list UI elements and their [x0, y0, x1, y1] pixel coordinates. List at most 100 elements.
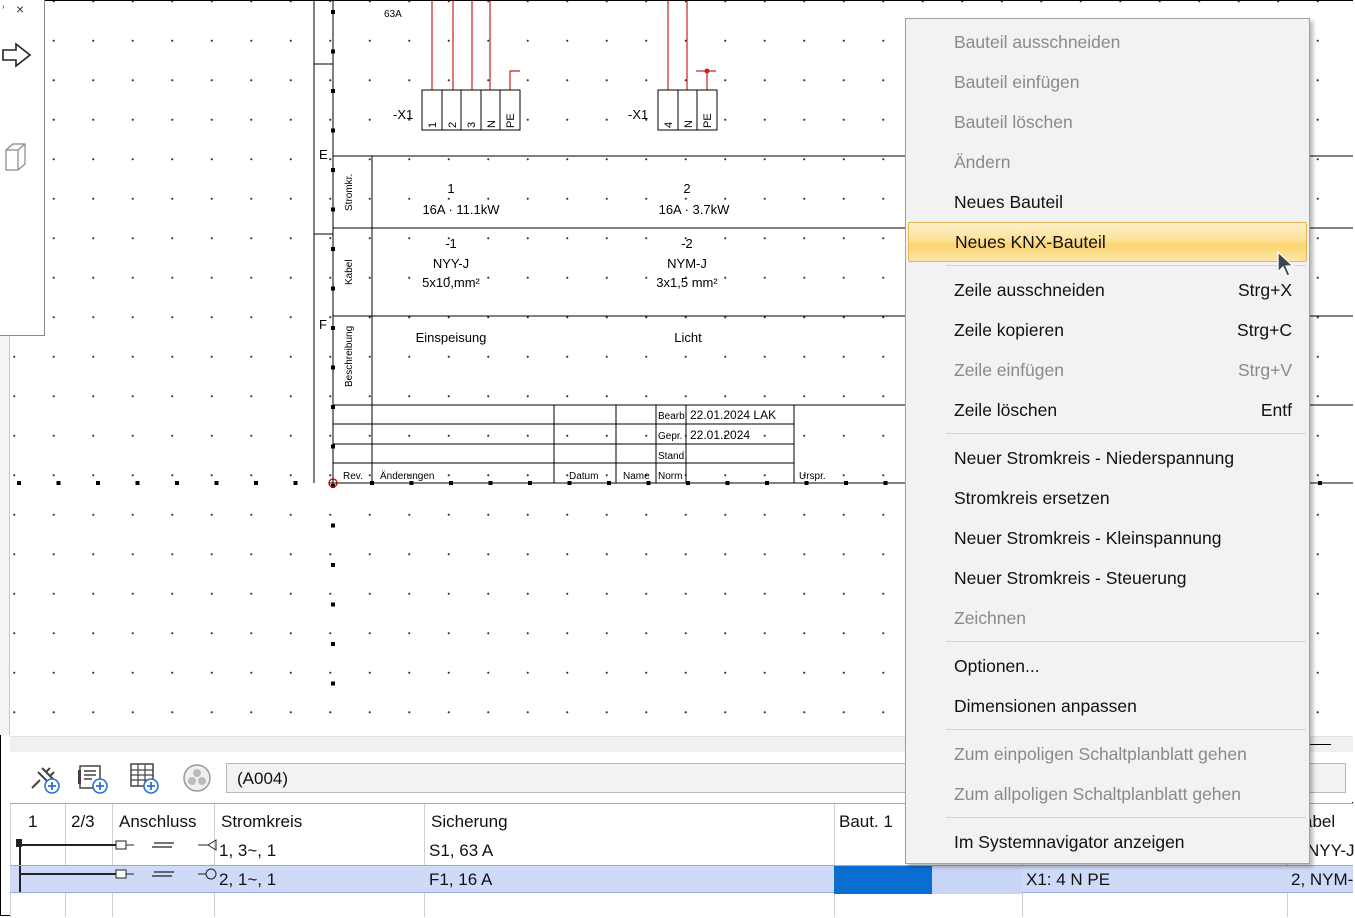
grid-marker: [844, 481, 848, 485]
grid-marker: [765, 481, 769, 485]
close-icon[interactable]: ×: [16, 1, 24, 17]
circuit-description: Licht: [674, 330, 702, 345]
menu-item-optionen[interactable]: Optionen...: [906, 646, 1309, 686]
menu-item-neues-bauteil[interactable]: Neues Bauteil: [906, 182, 1309, 222]
circuit-description: Einspeisung: [416, 330, 487, 345]
cell[interactable]: [932, 866, 1022, 894]
grid-marker: [135, 481, 140, 485]
menu-separator: [946, 641, 1306, 642]
terminal-pin: N: [486, 120, 498, 128]
row-header-stromkreis: Stromkr.: [344, 174, 355, 211]
menu-item-zeichnen[interactable]: Zeichnen: [906, 598, 1309, 638]
pin-icon[interactable]: ›: [2, 2, 5, 11]
grid-marker: [1318, 481, 1322, 485]
terminal-label-2: -X1: [628, 107, 648, 122]
menu-item-neuer-stromkreis-steuerung[interactable]: Neuer Stromkreis - Steuerung: [906, 558, 1309, 598]
grid-marker: [883, 481, 888, 485]
menu-item-neuer-stromkreis-niederspannung[interactable]: Neuer Stromkreis - Niederspannung: [906, 438, 1309, 478]
menu-separator: [946, 265, 1306, 266]
left-edge-strip: [0, 335, 10, 735]
title-rev: Rev.: [343, 471, 363, 482]
fuse-rating-label: 63A: [384, 9, 402, 20]
terminal-pin: 1: [427, 122, 439, 128]
menu-item-bauteil-ausschneiden[interactable]: Bauteil ausschneiden: [906, 22, 1309, 62]
title-gepr-value: 22.01.2024: [690, 428, 750, 442]
cable-id: -1: [445, 236, 457, 251]
menu-item-zeile-ausschneiden[interactable]: Zeile ausschneiden Strg+X: [906, 270, 1309, 310]
column-header[interactable]: 2/3: [71, 812, 95, 832]
grid-marker: [96, 481, 100, 485]
menu-item-stromkreis-ersetzen[interactable]: Stromkreis ersetzen: [906, 478, 1309, 518]
grid-marker: [331, 642, 335, 646]
row-letter-f: F: [319, 317, 327, 332]
grid-marker: [254, 481, 258, 485]
grid-marker: [331, 444, 335, 449]
grid-marker: [331, 10, 335, 14]
menu-item-zeile-kopieren[interactable]: Zeile kopieren Strg+C: [906, 310, 1309, 350]
cable-size: 5x10,mm²: [422, 275, 480, 290]
grid-marker: [528, 481, 532, 485]
cable-id: -2: [681, 236, 693, 251]
column-header[interactable]: Anschluss: [119, 812, 196, 832]
column-header[interactable]: Stromkreis: [221, 812, 302, 832]
menu-item-dimensionen-anpassen[interactable]: Dimensionen anpassen: [906, 686, 1309, 726]
terminal-label-1: -X1: [393, 107, 413, 122]
column-header[interactable]: Baut. 1: [839, 812, 893, 832]
menu-item-bauteil-loeschen[interactable]: Bauteil löschen: [906, 102, 1309, 142]
cable-cell: NYY-J: [1307, 841, 1355, 860]
title-bearb-label: Bearb.: [658, 411, 687, 422]
grid-marker: [331, 89, 335, 93]
context-menu: Bauteil ausschneiden Bauteil einfügen Ba…: [905, 18, 1310, 864]
grid-marker: [175, 481, 179, 485]
grid-marker: [331, 326, 335, 330]
terminal-pin: PE: [505, 113, 517, 128]
cube-icon[interactable]: [5, 142, 27, 172]
grid-marker: [331, 49, 335, 54]
menu-item-neues-knx-bauteil[interactable]: Neues KNX-Bauteil: [908, 222, 1307, 262]
table-row-selected[interactable]: 2, 1~, 1 F1, 16 A X1: 4 N PE 2, NYM-: [10, 865, 1353, 894]
menu-item-im-systemnavigator-anzeigen[interactable]: Im Systemnavigator anzeigen: [906, 822, 1309, 862]
circuit-cell: 2, 1~, 1: [219, 870, 277, 889]
row-header-kabel: Kabel: [344, 259, 355, 285]
grid-marker: [293, 481, 298, 485]
add-device-icon[interactable]: [76, 762, 110, 794]
arrow-right-icon[interactable]: [2, 42, 32, 68]
grid-marker: [488, 481, 493, 485]
menu-item-zeile-loeschen[interactable]: Zeile löschen Entf: [906, 390, 1309, 430]
title-origin: Urspr.: [799, 471, 826, 482]
menu-separator: [946, 817, 1306, 818]
column-header[interactable]: Sicherung: [431, 812, 508, 832]
left-tool-panel: › ×: [0, 0, 45, 336]
grid-marker: [449, 481, 453, 485]
menu-item-einpoliges-schaltplanblatt[interactable]: Zum einpoligen Schaltplanblatt gehen: [906, 734, 1309, 774]
column-header[interactable]: 1: [28, 812, 37, 832]
terminal-pin: 2: [447, 122, 459, 128]
grid-marker: [331, 286, 335, 291]
grid-marker: [56, 481, 61, 485]
title-date: Datum: [569, 471, 598, 482]
circuit-rating: 16A · 11.1kW: [422, 202, 500, 217]
menu-separator: [946, 729, 1306, 730]
menu-item-neuer-stromkreis-kleinspannung[interactable]: Neuer Stromkreis - Kleinspannung: [906, 518, 1309, 558]
add-component-icon[interactable]: [28, 762, 62, 794]
knx-icon[interactable]: [181, 762, 215, 794]
selected-cell[interactable]: [834, 866, 932, 894]
cable-type: NYM-J: [667, 256, 707, 271]
grid-marker: [331, 563, 335, 567]
connection-symbol: [16, 839, 217, 865]
menu-item-zeile-einfuegen[interactable]: Zeile einfügen Strg+V: [906, 350, 1309, 390]
connection-symbol: [19, 866, 217, 892]
grid-marker: [17, 481, 21, 485]
grid-marker: [725, 481, 730, 485]
grid-marker: [331, 247, 335, 251]
menu-item-aendern[interactable]: Ändern: [906, 142, 1309, 182]
grid-marker: [214, 481, 219, 485]
grid-marker: [331, 523, 335, 528]
menu-item-allpoliges-schaltplanblatt[interactable]: Zum allpoligen Schaltplanblatt gehen: [906, 774, 1309, 814]
menu-item-bauteil-einfuegen[interactable]: Bauteil einfügen: [906, 62, 1309, 102]
circuit-rating: 16A · 3.7kW: [659, 202, 731, 217]
add-table-icon[interactable]: [127, 762, 161, 794]
fuse-cell: F1, 16 A: [429, 870, 493, 889]
grid-marker: [370, 481, 374, 485]
grid-marker: [331, 602, 335, 607]
